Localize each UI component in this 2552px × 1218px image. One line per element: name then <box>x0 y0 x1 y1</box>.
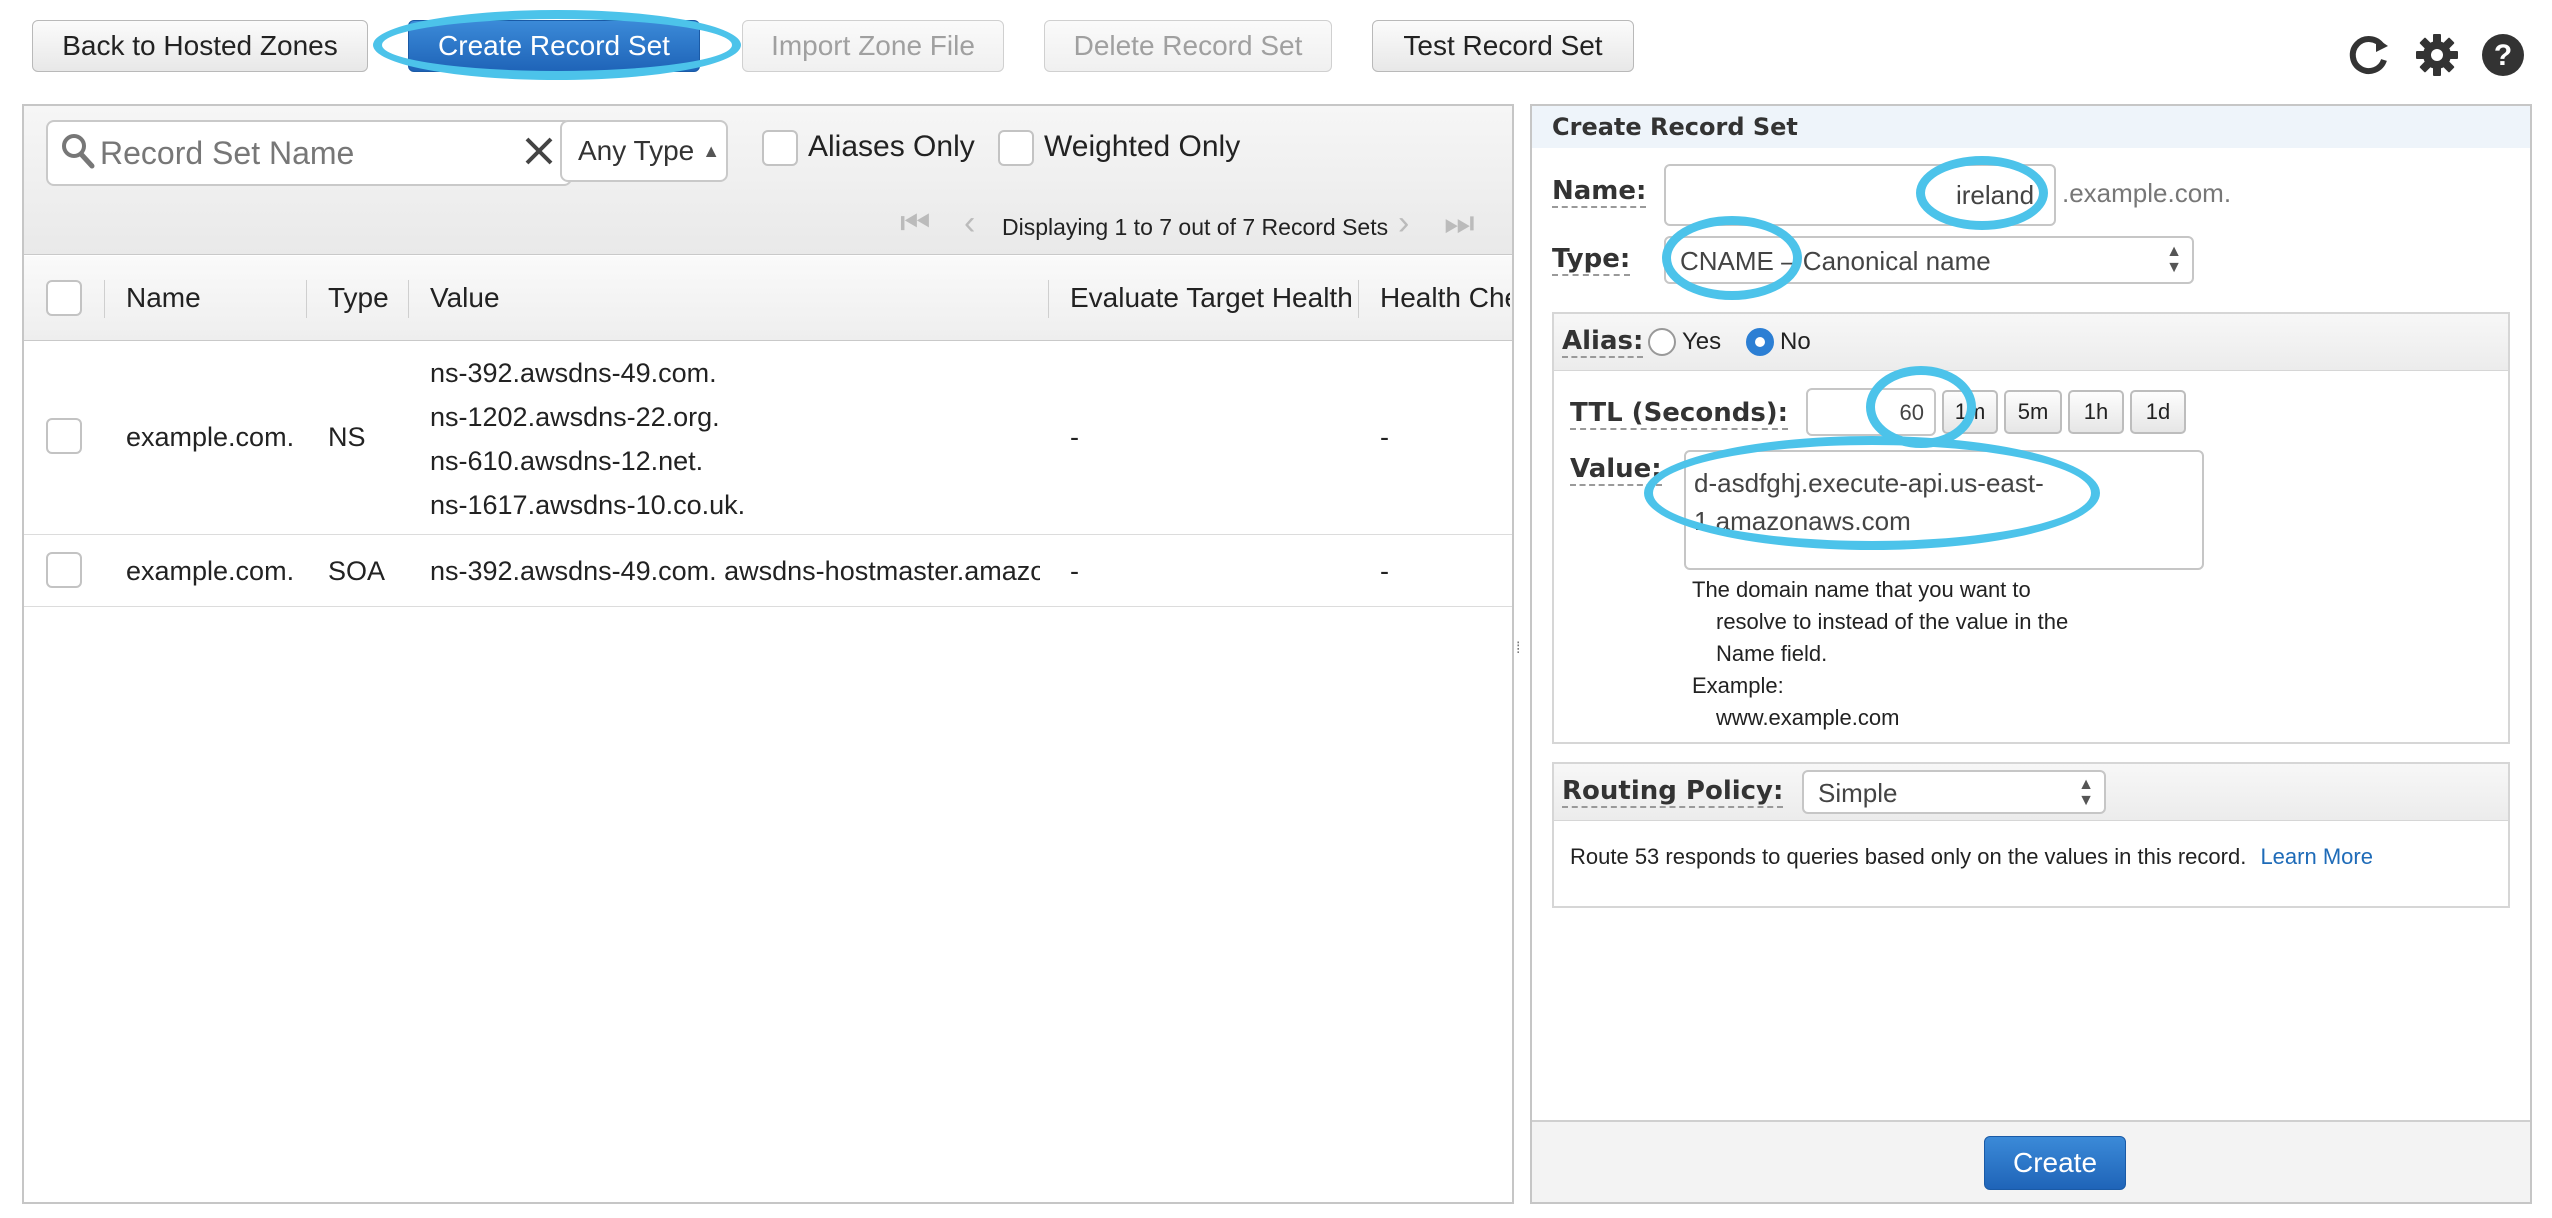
create-record-set-button[interactable]: Create Record Set <box>408 20 700 72</box>
type-label: Type: <box>1552 244 1631 276</box>
select-arrows-icon: ▲ ▼ <box>2166 243 2182 276</box>
alias-section: Alias: Yes No TTL (Seconds): 60 1m 5m 1h… <box>1552 312 2510 744</box>
value-label: Value: <box>1570 454 1662 486</box>
ttl-input-value: 60 <box>1899 400 1924 425</box>
row-1-value-2: ns-1202.awsdns-22.org. <box>430 402 720 432</box>
value-help-1: The domain name that you want to <box>1692 577 2031 602</box>
prev-page-icon[interactable]: ‹ <box>964 204 975 243</box>
svg-text:?: ? <box>2494 39 2512 72</box>
import-zone-file-button[interactable]: Import Zone File <box>742 20 1004 72</box>
delete-record-set-button[interactable]: Delete Record Set <box>1044 20 1332 72</box>
routing-help: Route 53 responds to queries based only … <box>1570 844 2373 870</box>
name-input-value: ireland <box>1956 180 2035 210</box>
refresh-icon[interactable] <box>2346 32 2392 78</box>
column-health-check[interactable]: Health Che <box>1380 256 1510 340</box>
type-filter-select[interactable]: Any Type ▲ <box>560 120 728 182</box>
row-2-type: SOA <box>328 556 386 586</box>
ttl-1m-button[interactable]: 1m <box>1942 390 1998 434</box>
gear-icon[interactable] <box>2414 32 2460 78</box>
filter-bar: Any Type ▲ Aliases Only Weighted Only ⏮ … <box>24 106 1512 255</box>
routing-policy-select[interactable]: Simple ▲ ▼ <box>1802 770 2106 814</box>
select-all-checkbox[interactable] <box>46 280 82 316</box>
clear-search-icon[interactable] <box>522 134 556 168</box>
row-2-value-1: ns-392.awsdns-49.com. awsdns-hostmaster.… <box>430 556 1040 586</box>
panel-footer: Create <box>1532 1120 2530 1202</box>
aliases-only-checkbox[interactable] <box>762 130 798 166</box>
weighted-only-checkbox[interactable] <box>998 130 1034 166</box>
column-value[interactable]: Value <box>430 256 500 340</box>
help-icon[interactable]: ? <box>2480 32 2526 78</box>
row-2-eval: - <box>1070 556 1079 586</box>
routing-policy-label: Routing Policy: <box>1562 776 1784 808</box>
select-arrows-icon: ▲ <box>702 140 721 161</box>
aliases-only-label: Aliases Only <box>808 130 975 163</box>
column-type[interactable]: Type <box>328 256 389 340</box>
resize-handle[interactable]: ⁞ <box>1516 640 1520 658</box>
value-textarea[interactable]: d-asdfghj.execute-api.us-east-1.amazonaw… <box>1684 450 2204 570</box>
row-1-type: NS <box>328 422 366 452</box>
row-1-value-1: ns-392.awsdns-49.com. <box>430 358 717 388</box>
row-2-name: example.com. <box>126 556 295 586</box>
value-textarea-text: d-asdfghj.execute-api.us-east-1.amazonaw… <box>1694 468 2044 536</box>
alias-yes-radio[interactable] <box>1648 328 1676 356</box>
create-button[interactable]: Create <box>1984 1136 2126 1190</box>
alias-yes-label: Yes <box>1682 328 1722 355</box>
create-record-set-panel: Create Record Set Name: ireland .example… <box>1530 104 2532 1204</box>
table-header: Name Type Value Evaluate Target Health H… <box>24 256 1512 341</box>
search-input[interactable] <box>98 130 502 176</box>
value-help-5: www.example.com <box>1716 705 1900 730</box>
ttl-label: TTL (Seconds): <box>1570 398 1789 430</box>
routing-help-text: Route 53 responds to queries based only … <box>1570 844 2247 869</box>
weighted-only-label: Weighted Only <box>1044 130 1241 163</box>
name-suffix: .example.com. <box>2062 178 2232 208</box>
back-to-hosted-zones-button[interactable]: Back to Hosted Zones <box>32 20 368 72</box>
ttl-1h-button[interactable]: 1h <box>2068 390 2124 434</box>
column-evaluate-target-health[interactable]: Evaluate Target Health <box>1070 256 1353 340</box>
alias-no-label: No <box>1780 328 1811 355</box>
type-select[interactable]: CNAME – Canonical name ▲ ▼ <box>1664 236 2194 284</box>
search-icon <box>62 134 95 169</box>
value-help-3: Name field. <box>1716 641 1828 666</box>
row-1-eval: - <box>1070 422 1079 452</box>
last-page-icon[interactable]: ⏭ <box>1444 204 1475 243</box>
value-help-4: Example: <box>1692 673 1784 698</box>
alias-label: Alias: <box>1562 326 1644 358</box>
select-arrows-icon: ▲ ▼ <box>2078 776 2094 809</box>
learn-more-link[interactable]: Learn More <box>2260 844 2373 869</box>
ttl-5m-button[interactable]: 5m <box>2004 390 2062 434</box>
row-1-value-4: ns-1617.awsdns-10.co.uk. <box>430 490 746 520</box>
name-label: Name: <box>1552 176 1647 208</box>
pager-text: Displaying 1 to 7 out of 7 Record Sets <box>1002 214 1389 240</box>
row-2-checkbox[interactable] <box>46 552 82 588</box>
test-record-set-button[interactable]: Test Record Set <box>1372 20 1634 72</box>
type-filter-value: Any Type <box>578 135 695 166</box>
row-1-checkbox[interactable] <box>46 418 82 454</box>
row-2-health: - <box>1380 556 1389 586</box>
next-page-icon[interactable]: › <box>1398 204 1409 243</box>
row-1-health: - <box>1380 422 1389 452</box>
routing-policy-value: Simple <box>1818 778 1898 808</box>
search-box <box>46 120 572 186</box>
alias-no-radio[interactable] <box>1746 328 1774 356</box>
column-name[interactable]: Name <box>126 256 201 340</box>
row-1-name: example.com. <box>126 422 295 452</box>
panel-title: Create Record Set <box>1532 106 2530 148</box>
name-input[interactable]: ireland <box>1664 164 2056 226</box>
routing-section: Routing Policy: Simple ▲ ▼ Route 53 respo… <box>1552 762 2510 908</box>
ttl-1d-button[interactable]: 1d <box>2130 390 2186 434</box>
type-select-value: CNAME – Canonical name <box>1680 246 1991 276</box>
value-help-2: resolve to instead of the value in the <box>1716 609 2069 634</box>
record-sets-panel: Any Type ▲ Aliases Only Weighted Only ⏮ … <box>22 104 1514 1204</box>
first-page-icon[interactable]: ⏮ <box>900 204 931 243</box>
ttl-input[interactable]: 60 <box>1806 388 1936 436</box>
row-1-value-3: ns-610.awsdns-12.net. <box>430 446 704 476</box>
